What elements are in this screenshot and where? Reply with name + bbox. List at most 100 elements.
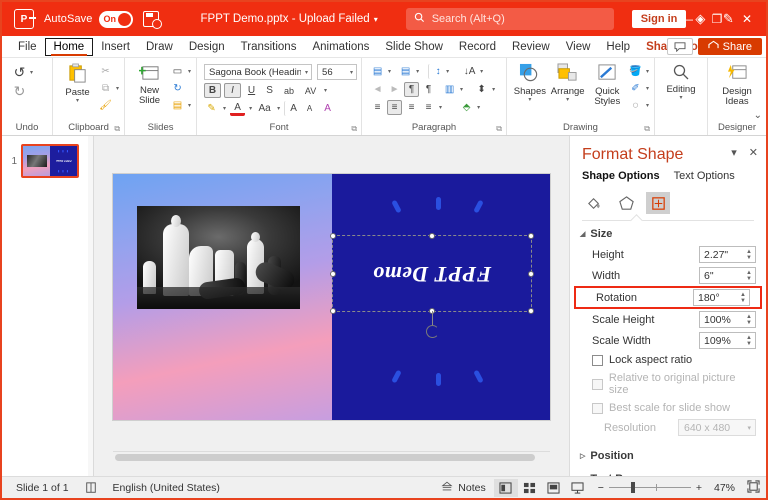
- tab-draw[interactable]: Draw: [138, 39, 181, 55]
- pane-options-caret-icon[interactable]: ▾: [731, 146, 737, 159]
- shapes-button[interactable]: Shapes ▾: [511, 61, 549, 106]
- change-case-caret-icon[interactable]: ▾: [276, 105, 281, 112]
- tab-animations[interactable]: Animations: [304, 39, 377, 55]
- columns-button[interactable]: ▥: [442, 82, 457, 97]
- tab-insert[interactable]: Insert: [93, 39, 138, 55]
- format-painter-icon[interactable]: 🖌: [98, 98, 113, 113]
- shape-fill-icon[interactable]: 🪣: [628, 64, 643, 79]
- chess-image[interactable]: [137, 206, 300, 309]
- scale-width-spinner[interactable]: ▲▼: [744, 333, 754, 348]
- tab-shape-options[interactable]: Shape Options: [582, 170, 660, 184]
- zoom-in-button[interactable]: +: [696, 482, 702, 494]
- character-spacing-button[interactable]: AV: [301, 83, 320, 98]
- checkbox-lock-aspect-ratio[interactable]: Lock aspect ratio: [570, 351, 766, 369]
- tab-slide-show[interactable]: Slide Show: [377, 39, 451, 55]
- grow-font-button[interactable]: A: [284, 101, 299, 116]
- character-spacing-caret-icon[interactable]: ▾: [323, 87, 328, 94]
- undo-caret-icon[interactable]: ▾: [29, 69, 34, 76]
- scrollbar-thumb[interactable]: [115, 454, 535, 461]
- width-spinner[interactable]: ▲▼: [744, 268, 754, 283]
- text-highlight-button[interactable]: ✎: [204, 101, 219, 116]
- notes-button[interactable]: Notes: [433, 481, 493, 495]
- tab-review[interactable]: Review: [504, 39, 558, 55]
- font-name-caret-icon[interactable]: ▾: [304, 69, 309, 76]
- zoom-level-label[interactable]: 47%: [707, 482, 735, 494]
- change-case-button[interactable]: Aa: [256, 101, 273, 116]
- resize-handle-mr[interactable]: [528, 271, 534, 277]
- zoom-slider-track[interactable]: [609, 487, 691, 488]
- selected-textbox[interactable]: FPPT Demo: [332, 235, 532, 312]
- numbering-caret-icon[interactable]: ▾: [415, 68, 420, 75]
- font-color-caret-icon[interactable]: ▾: [248, 105, 253, 112]
- font-size-caret-icon[interactable]: ▾: [349, 69, 354, 76]
- line-spacing-caret-icon[interactable]: ▾: [445, 68, 450, 75]
- resize-handle-tl[interactable]: [330, 233, 336, 239]
- resize-handle-br[interactable]: [528, 308, 534, 314]
- bullets-caret-icon[interactable]: ▾: [387, 68, 392, 75]
- rotation-spinner[interactable]: ▲▼: [738, 290, 748, 305]
- input-scale-height[interactable]: 100% ▲▼: [699, 311, 756, 328]
- section-header-size[interactable]: ◢ Size: [570, 221, 766, 244]
- justify-button[interactable]: ≡: [421, 100, 436, 115]
- justify-caret-icon[interactable]: ▾: [438, 104, 443, 111]
- resize-handle-ml[interactable]: [330, 271, 336, 277]
- slide-canvas[interactable]: FPPT Demo: [113, 174, 550, 420]
- tab-record[interactable]: Record: [451, 39, 504, 55]
- paste-button[interactable]: Paste ▾: [57, 61, 98, 107]
- redo-icon[interactable]: ↻: [12, 84, 27, 99]
- slide-sorter-view-button[interactable]: [518, 479, 542, 497]
- align-text-button[interactable]: ⬍: [474, 82, 489, 97]
- slide-count-label[interactable]: Slide 1 of 1: [8, 482, 77, 494]
- italic-button[interactable]: I: [224, 83, 241, 98]
- normal-view-button[interactable]: [494, 479, 518, 497]
- maximize-button[interactable]: ❐: [702, 6, 732, 32]
- slide-thumbnail[interactable]: ▮ ▮ ▮ FPPT Demo ▮ ▮ ▮: [21, 144, 79, 178]
- new-slide-button[interactable]: New Slide: [129, 61, 170, 109]
- bold-button[interactable]: B: [204, 83, 221, 98]
- font-size-combo[interactable]: 56 ▾: [317, 64, 357, 80]
- zoom-out-button[interactable]: −: [598, 482, 604, 494]
- text-direction-caret-icon[interactable]: ▾: [479, 68, 484, 75]
- smartart-button[interactable]: ⬘: [459, 100, 474, 115]
- share-button[interactable]: Share: [698, 38, 762, 55]
- quick-styles-button[interactable]: Quick Styles: [587, 61, 628, 110]
- copy-icon[interactable]: ⧉: [98, 81, 113, 96]
- shrink-font-button[interactable]: A: [302, 101, 317, 116]
- line-spacing-button[interactable]: ↕: [428, 64, 443, 79]
- save-icon[interactable]: [143, 11, 159, 27]
- tab-text-options[interactable]: Text Options: [674, 170, 735, 184]
- highlight-caret-icon[interactable]: ▾: [222, 105, 227, 112]
- thumbnail-scrollbar[interactable]: [88, 136, 93, 476]
- zoom-slider-knob[interactable]: [631, 482, 635, 493]
- thumbnail-item-1[interactable]: 1 ▮ ▮ ▮ FPPT Demo ▮ ▮ ▮: [8, 144, 87, 178]
- scale-height-spinner[interactable]: ▲▼: [744, 312, 754, 327]
- layout-icon[interactable]: ▭: [170, 64, 185, 79]
- shape-effects-icon[interactable]: ◌: [628, 98, 643, 113]
- reset-icon[interactable]: ↻: [170, 81, 185, 96]
- cut-icon[interactable]: ✂: [98, 64, 113, 79]
- resize-handle-bl[interactable]: [330, 308, 336, 314]
- tab-transitions[interactable]: Transitions: [233, 39, 305, 55]
- section-header-position[interactable]: ▷ Position: [570, 438, 766, 466]
- accessibility-icon[interactable]: [77, 482, 105, 494]
- comments-button[interactable]: [667, 38, 693, 55]
- tab-design[interactable]: Design: [181, 39, 233, 55]
- search-box[interactable]: Search (Alt+Q): [406, 8, 614, 30]
- paragraph-dialog-launcher-icon[interactable]: ⧉: [496, 124, 502, 134]
- font-dialog-launcher-icon[interactable]: ⧉: [351, 124, 357, 134]
- fit-slide-to-window-button[interactable]: [747, 480, 760, 496]
- resize-handle-tr[interactable]: [528, 233, 534, 239]
- tab-file[interactable]: File: [10, 39, 45, 55]
- clipboard-dialog-launcher-icon[interactable]: ⧉: [114, 124, 120, 134]
- align-right-button[interactable]: ≡: [404, 100, 419, 115]
- clear-formatting-button[interactable]: A: [320, 101, 335, 116]
- slide-show-view-button[interactable]: [566, 479, 590, 497]
- resize-handle-tc[interactable]: [429, 233, 435, 239]
- strikethrough-button[interactable]: S: [262, 83, 277, 98]
- decrease-indent-button[interactable]: ◄: [370, 82, 385, 97]
- rtl-button[interactable]: ¶: [404, 82, 419, 97]
- input-rotation[interactable]: 180° ▲▼: [693, 289, 750, 306]
- bullets-button[interactable]: ▤: [370, 64, 385, 79]
- layout-caret-icon[interactable]: ▾: [187, 68, 192, 75]
- minimize-button[interactable]: —: [672, 6, 702, 32]
